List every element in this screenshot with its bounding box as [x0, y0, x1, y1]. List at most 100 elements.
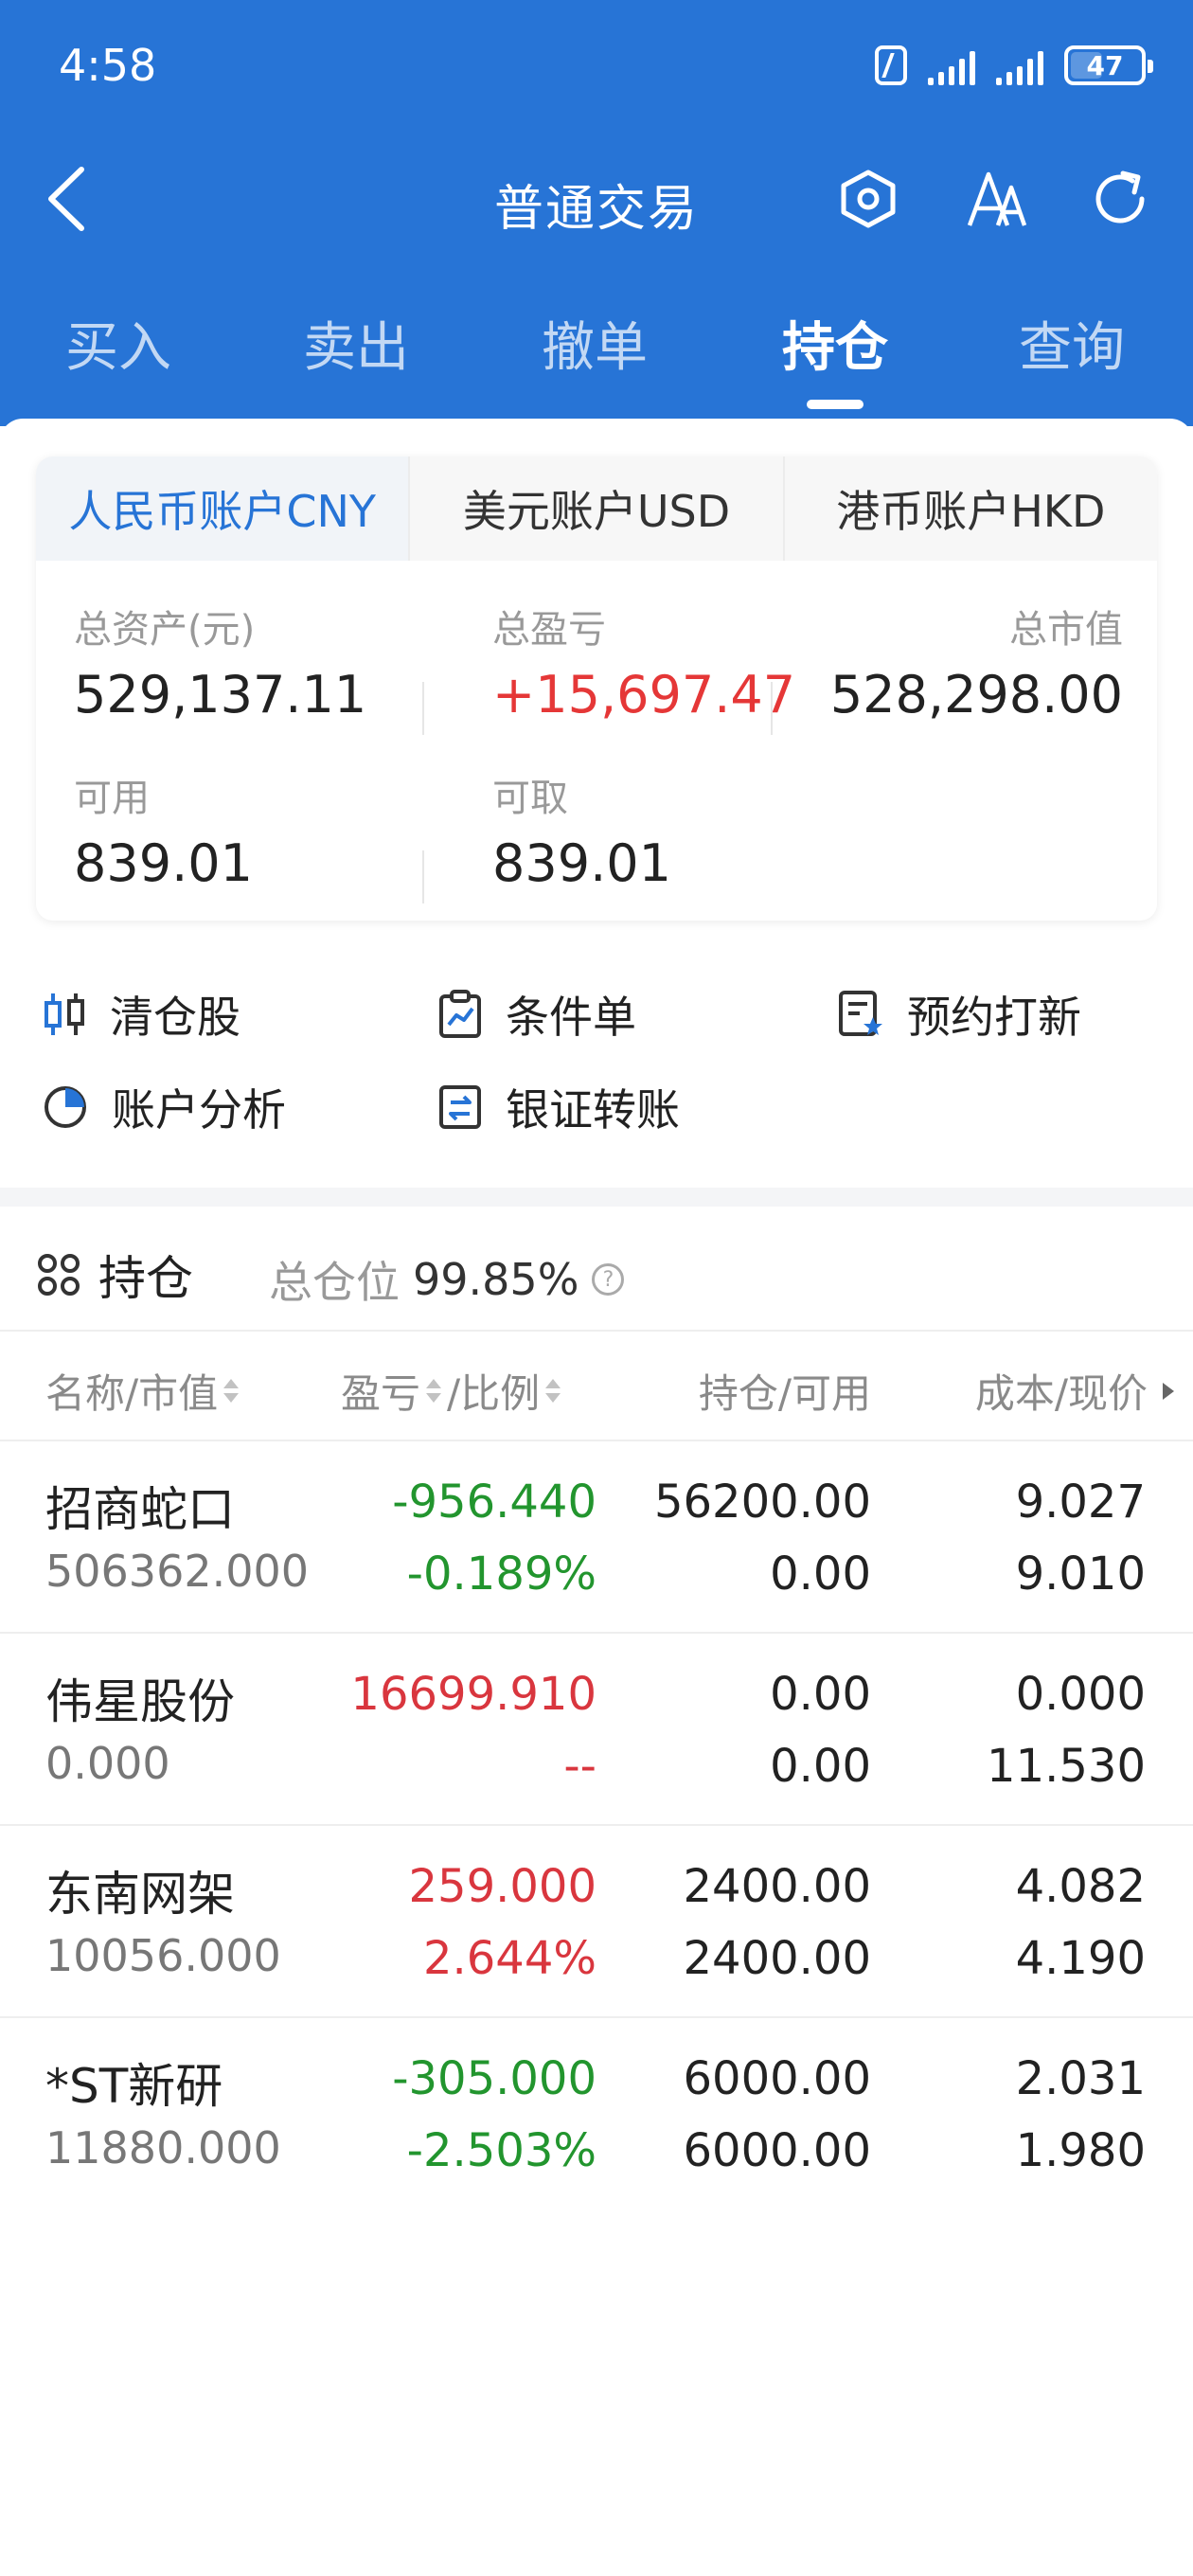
stock-market-value: 11880.000: [45, 2122, 281, 2174]
stock-price: 4.190: [1015, 1932, 1146, 1985]
stock-position: 2400.00: [683, 1860, 872, 1913]
column-pl-label: 盈亏: [341, 1370, 421, 1417]
content-sheet: 人民币账户CNY 美元账户USD 港币账户HKD 总资产(元) 529,137.…: [0, 419, 1193, 2576]
account-analysis-label: 账户分析: [112, 1084, 286, 1136]
table-row[interactable]: *ST新研 11880.000 -305.000 -2.503% 6000.00…: [0, 2018, 1193, 2210]
candlestick-icon: [45, 993, 84, 1035]
tab-buy[interactable]: 买入: [24, 305, 213, 382]
stock-pl-ratio: -2.503%: [406, 2124, 596, 2177]
sort-icon: [426, 1379, 442, 1403]
clipboard-chart-icon: [439, 990, 481, 1038]
stock-cost: 4.082: [1015, 1860, 1146, 1913]
holdings-table-header: 名称/市值 盈亏 /比例 持仓/可用 成本/现价: [0, 1332, 1193, 1441]
stock-price: 11.530: [987, 1740, 1146, 1793]
column-cost-price-label: 成本/现价: [974, 1370, 1148, 1417]
column-ratio-label: /比例: [447, 1370, 541, 1417]
stock-market-value: 0.000: [45, 1738, 170, 1789]
tab-sell[interactable]: 卖出: [261, 305, 451, 382]
stock-pl-ratio: -0.189%: [406, 1547, 596, 1601]
total-assets: 总资产(元) 529,137.11: [74, 599, 366, 724]
stock-pl: 16699.910: [350, 1668, 596, 1721]
stock-name: 东南网架: [45, 1867, 235, 1922]
holdings-header: 持仓 总仓位 99.85% ?: [0, 1207, 1193, 1332]
holdings-list: 招商蛇口 506362.000 -956.440 -0.189% 56200.0…: [0, 1441, 1193, 2210]
market-value: 总市值 528,298.00: [830, 599, 1123, 724]
stock-available: 0.00: [770, 1547, 871, 1601]
column-name-mv[interactable]: 名称/市值: [45, 1362, 240, 1420]
table-row[interactable]: 招商蛇口 506362.000 -956.440 -0.189% 56200.0…: [0, 1441, 1193, 1634]
available: 可用 839.01: [74, 767, 253, 893]
nav-bar: 普通交易: [0, 142, 1193, 256]
column-pl[interactable]: 盈亏 /比例: [341, 1362, 561, 1420]
stock-cost: 2.031: [1015, 2052, 1146, 2105]
pie-chart-icon: [45, 1086, 86, 1128]
tab-holdings[interactable]: 持仓: [740, 305, 930, 382]
account-tab-usd[interactable]: 美元账户USD: [408, 456, 782, 561]
clear-stock-button[interactable]: 清仓股: [42, 983, 240, 1046]
holdings-title: 持仓: [36, 1241, 193, 1309]
total-assets-value: 529,137.11: [74, 665, 367, 724]
stock-pl: -956.440: [392, 1476, 596, 1529]
stock-name: 伟星股份: [45, 1674, 235, 1729]
stock-available: 6000.00: [683, 2124, 872, 2177]
sort-icon: [545, 1379, 561, 1403]
column-cost-price[interactable]: 成本/现价: [975, 1362, 1174, 1420]
total-pl-label: 总盈亏: [492, 608, 606, 652]
divider: [422, 682, 424, 735]
arrow-right-icon: [1163, 1382, 1174, 1400]
status-icons: 47: [875, 42, 1153, 89]
available-value: 839.01: [74, 833, 253, 893]
total-assets-label: 总资产(元): [74, 608, 256, 652]
stock-pl-ratio: 2.644%: [422, 1932, 596, 1985]
market-value-value: 528,298.00: [829, 665, 1123, 724]
settings-button[interactable]: [830, 161, 906, 237]
table-row[interactable]: 东南网架 10056.000 259.000 2.644% 2400.00 24…: [0, 1826, 1193, 2018]
sort-icon: [223, 1379, 240, 1403]
account-analysis-button[interactable]: 账户分析: [42, 1076, 286, 1138]
position-ratio: 总仓位 99.85% ?: [269, 1248, 625, 1311]
signal-icon: [996, 45, 1043, 85]
stock-market-value: 10056.000: [45, 1930, 281, 1981]
withdrawable-value: 839.01: [492, 833, 671, 893]
holdings-title-text: 持仓: [98, 1251, 193, 1306]
account-tab-cny[interactable]: 人民币账户CNY: [36, 456, 409, 561]
hexagon-settings-icon: [841, 170, 896, 228]
account-tab-hkd[interactable]: 港币账户HKD: [782, 456, 1157, 561]
stock-name: 招商蛇口: [45, 1482, 235, 1537]
position-ratio-value: 99.85%: [413, 1254, 579, 1305]
bank-transfer-button[interactable]: 银证转账: [437, 1076, 680, 1138]
status-time: 4:58: [59, 40, 157, 91]
column-name-mv-label: 名称/市值: [45, 1370, 219, 1417]
bank-transfer-label: 银证转账: [506, 1084, 680, 1136]
available-label: 可用: [74, 777, 150, 820]
refresh-button[interactable]: [1082, 161, 1158, 237]
account-tabs: 人民币账户CNY 美元账户USD 港币账户HKD: [36, 456, 1157, 561]
divider: [422, 850, 424, 903]
column-position: 持仓/可用: [699, 1362, 871, 1420]
table-row[interactable]: 伟星股份 0.000 16699.910 -- 0.00 0.00 0.000 …: [0, 1634, 1193, 1826]
market-value-label: 总市值: [1009, 608, 1123, 652]
signal-icon: [928, 45, 975, 85]
refresh-icon: [1095, 170, 1145, 224]
transfer-icon: [439, 1085, 481, 1129]
stock-cost: 0.000: [1015, 1668, 1146, 1721]
tab-query[interactable]: 查询: [977, 305, 1166, 382]
stock-name: *ST新研: [45, 2059, 223, 2114]
help-icon[interactable]: ?: [592, 1263, 625, 1296]
total-pl: 总盈亏 +15,697.47: [492, 599, 795, 724]
conditional-order-label: 条件单: [506, 992, 636, 1043]
tab-cancel[interactable]: 撤单: [500, 305, 689, 382]
withdrawable-label: 可取: [492, 777, 568, 820]
stock-price: 1.980: [1015, 2124, 1146, 2177]
divider: [771, 682, 773, 735]
ipo-reservation-button[interactable]: 预约打新: [837, 983, 1081, 1046]
font-size-button[interactable]: [959, 161, 1035, 237]
stock-position: 6000.00: [683, 2052, 872, 2105]
battery-level: 47: [1086, 49, 1124, 81]
column-position-label: 持仓/可用: [698, 1370, 871, 1417]
trade-tabs: 买入 卖出 撤单 持仓 查询: [0, 284, 1193, 417]
stock-cost: 9.027: [1015, 1476, 1146, 1529]
section-divider: [0, 1188, 1193, 1207]
conditional-order-button[interactable]: 条件单: [437, 983, 636, 1046]
status-bar: 4:58 47: [0, 0, 1193, 142]
